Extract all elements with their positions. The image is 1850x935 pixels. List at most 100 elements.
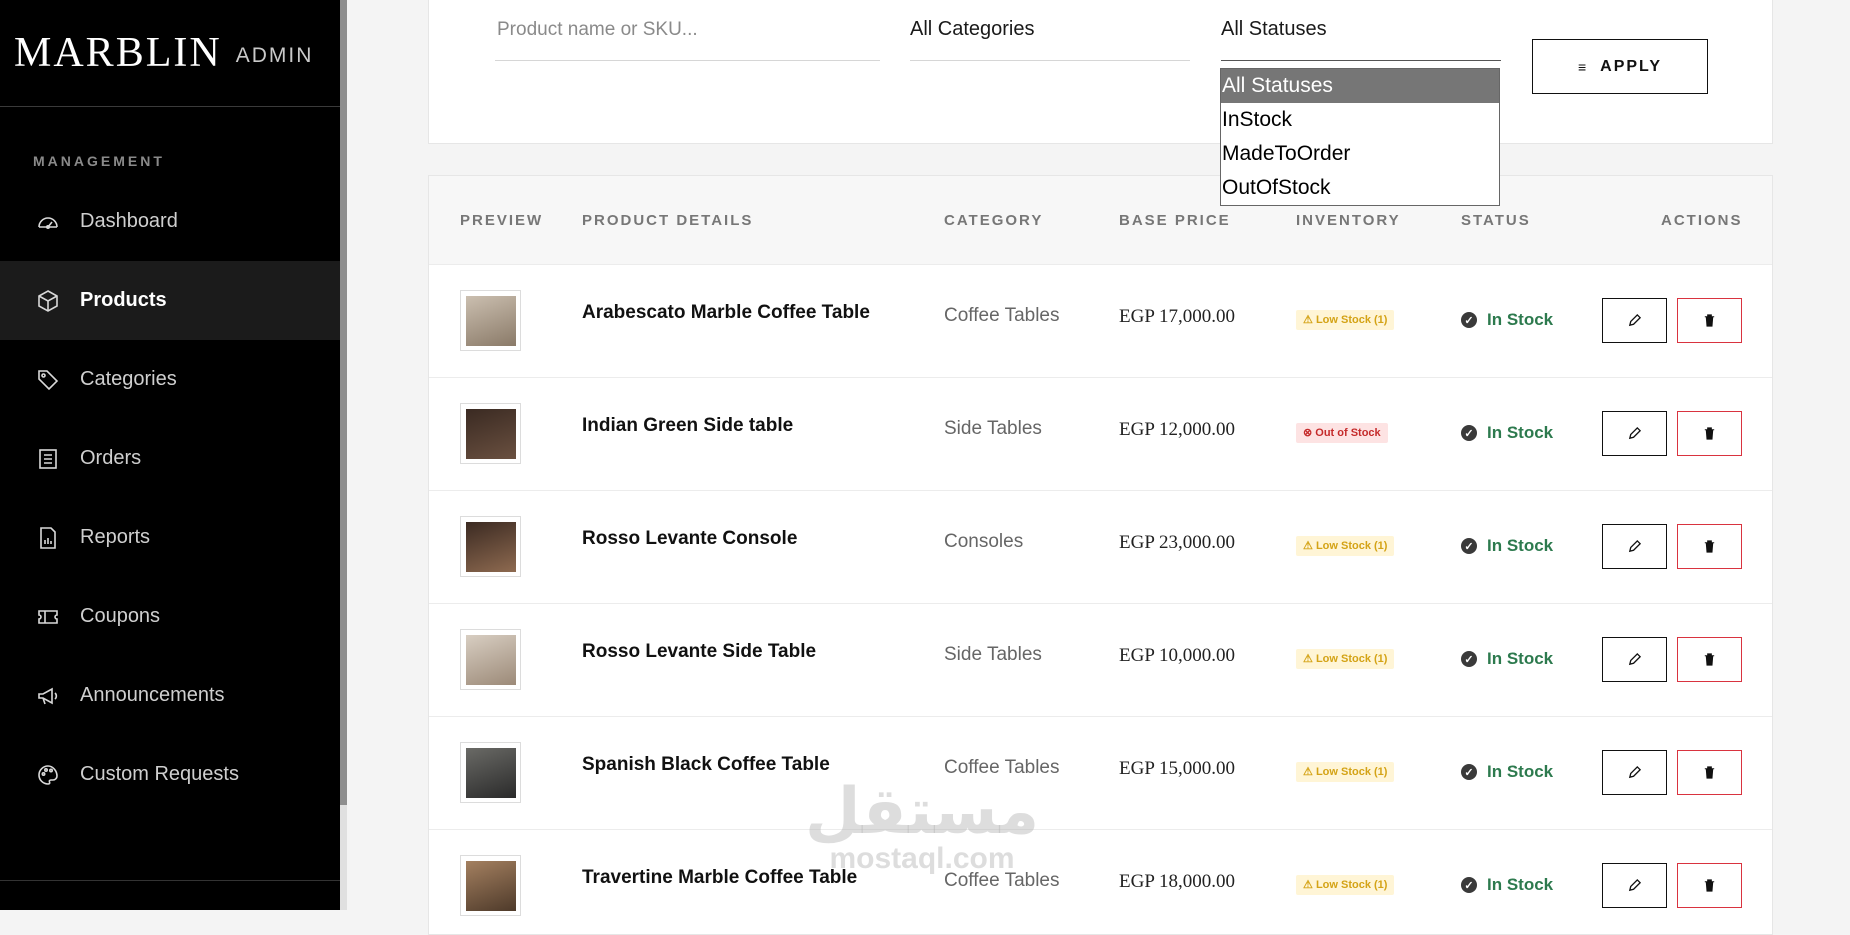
check-circle-icon: ✓ — [1461, 651, 1477, 667]
status-badge: ✓ In Stock — [1461, 310, 1553, 330]
product-name[interactable]: Rosso Levante Side Table — [582, 641, 816, 663]
table-row: Rosso Levante Side Table Side Tables EGP 1… — [429, 603, 1772, 717]
tag-icon — [35, 367, 61, 393]
status-badge: ✓ In Stock — [1461, 762, 1553, 782]
product-price: EGP 10,000.00 — [1119, 645, 1235, 666]
sidebar-scrollbar-thumb[interactable] — [340, 0, 347, 805]
sidebar-item-announcements[interactable]: Announcements — [0, 656, 340, 735]
sidebar-item-label: Reports — [80, 526, 151, 548]
product-category: Consoles — [944, 531, 1024, 552]
edit-button[interactable] — [1602, 524, 1667, 569]
header-base-price: BASE PRICE — [1119, 212, 1231, 229]
warning-triangle-icon: ⚠ — [1303, 653, 1313, 665]
delete-button[interactable] — [1677, 863, 1742, 908]
report-chart-icon — [35, 525, 61, 551]
status-badge: ✓ In Stock — [1461, 649, 1553, 669]
status-select-value: All Statuses — [1221, 18, 1327, 40]
sidebar-item-label: Categories — [80, 368, 177, 390]
sidebar-item-label: Announcements — [80, 684, 225, 706]
apply-button[interactable]: ≡ APPLY — [1532, 39, 1708, 94]
table-row: Travertine Marble Coffee Table Coffee Tab… — [429, 829, 1772, 934]
delete-button[interactable] — [1677, 524, 1742, 569]
header-actions: ACTIONS — [1661, 212, 1743, 229]
edit-button[interactable] — [1602, 750, 1667, 795]
inventory-label: Low Stock (1) — [1315, 653, 1388, 665]
product-category: Coffee Tables — [944, 870, 1060, 891]
ticket-icon — [35, 604, 61, 630]
check-circle-icon: ✓ — [1461, 764, 1477, 780]
inventory-badge: ⚠ Low Stock (1) — [1296, 310, 1395, 330]
edit-button[interactable] — [1602, 637, 1667, 682]
filter-icon: ≡ — [1577, 58, 1589, 75]
warning-triangle-icon: ⚠ — [1303, 879, 1313, 891]
product-name[interactable]: Spanish Black Coffee Table — [582, 754, 830, 776]
sidebar: MARBLIN ADMIN MANAGEMENT Dashboard Produ… — [0, 0, 340, 910]
product-image — [465, 295, 516, 346]
header-inventory: INVENTORY — [1296, 212, 1401, 229]
delete-button[interactable] — [1677, 750, 1742, 795]
pencil-icon — [1628, 765, 1642, 779]
search-input[interactable] — [495, 17, 880, 42]
table-row: Rosso Levante Console Consoles EGP 23,000.… — [429, 490, 1772, 604]
edit-button[interactable] — [1602, 298, 1667, 343]
inventory-badge: ⚠ Low Stock (1) — [1296, 649, 1395, 669]
product-price: EGP 15,000.00 — [1119, 758, 1235, 779]
delete-button[interactable] — [1677, 298, 1742, 343]
trash-icon — [1704, 540, 1715, 553]
warning-triangle-icon: ⚠ — [1303, 540, 1313, 552]
x-circle-icon: ⊗ — [1303, 427, 1313, 439]
status-dropdown-list: All Statuses InStock MadeToOrder OutOfSt… — [1220, 68, 1500, 206]
product-thumbnail — [460, 403, 521, 464]
status-label: In Stock — [1487, 310, 1554, 329]
status-option-madetoorder[interactable]: MadeToOrder — [1221, 137, 1499, 171]
edit-button[interactable] — [1602, 863, 1667, 908]
status-option-outofstock[interactable]: OutOfStock — [1221, 171, 1499, 205]
status-option-instock[interactable]: InStock — [1221, 103, 1499, 137]
status-label: In Stock — [1487, 762, 1554, 781]
trash-icon — [1704, 653, 1715, 666]
delete-button[interactable] — [1677, 411, 1742, 456]
product-name[interactable]: Rosso Levante Console — [582, 528, 797, 550]
sidebar-item-label: Dashboard — [80, 210, 178, 232]
check-circle-icon: ✓ — [1461, 538, 1477, 554]
sidebar-item-orders[interactable]: Orders — [0, 419, 340, 498]
category-select[interactable]: All Categories — [910, 0, 1190, 61]
search-field[interactable] — [495, 0, 880, 61]
table-row: Arabescato Marble Coffee Table Coffee Tab… — [429, 264, 1772, 378]
sidebar-item-label: Custom Requests — [80, 763, 239, 785]
pencil-icon — [1628, 426, 1642, 440]
product-name[interactable]: Travertine Marble Coffee Table — [582, 867, 857, 889]
warning-triangle-icon: ⚠ — [1303, 314, 1313, 326]
sidebar-item-custom-requests[interactable]: Custom Requests — [0, 735, 340, 814]
delete-button[interactable] — [1677, 637, 1742, 682]
sidebar-item-dashboard[interactable]: Dashboard — [0, 182, 340, 261]
product-price: EGP 17,000.00 — [1119, 306, 1235, 327]
apply-button-label: APPLY — [1600, 57, 1663, 75]
product-name[interactable]: Arabescato Marble Coffee Table — [582, 302, 870, 324]
category-select-value: All Categories — [910, 18, 1035, 40]
palette-icon — [35, 762, 61, 788]
status-label: In Stock — [1487, 423, 1554, 442]
brand-logo[interactable]: MARBLIN ADMIN — [0, 0, 340, 107]
table-header: PREVIEW PRODUCT DETAILS CATEGORY BASE PR… — [429, 176, 1772, 265]
product-category: Coffee Tables — [944, 757, 1060, 778]
check-circle-icon: ✓ — [1461, 877, 1477, 893]
status-select[interactable]: All Statuses — [1221, 0, 1501, 61]
status-label: In Stock — [1487, 536, 1554, 555]
edit-button[interactable] — [1602, 411, 1667, 456]
product-image — [465, 408, 516, 459]
sidebar-item-products[interactable]: Products — [0, 261, 340, 340]
status-badge: ✓ In Stock — [1461, 875, 1553, 895]
sidebar-item-coupons[interactable]: Coupons — [0, 577, 340, 656]
sidebar-item-reports[interactable]: Reports — [0, 498, 340, 577]
product-category: Coffee Tables — [944, 305, 1060, 326]
product-name[interactable]: Indian Green Side table — [582, 415, 793, 437]
product-price: EGP 23,000.00 — [1119, 532, 1235, 553]
product-thumbnail — [460, 290, 521, 351]
sidebar-item-categories[interactable]: Categories — [0, 340, 340, 419]
products-table: PREVIEW PRODUCT DETAILS CATEGORY BASE PR… — [428, 175, 1773, 935]
status-option-all[interactable]: All Statuses — [1221, 69, 1499, 103]
check-circle-icon: ✓ — [1461, 425, 1477, 441]
inventory-label: Low Stock (1) — [1315, 540, 1388, 552]
header-category: CATEGORY — [944, 212, 1044, 229]
